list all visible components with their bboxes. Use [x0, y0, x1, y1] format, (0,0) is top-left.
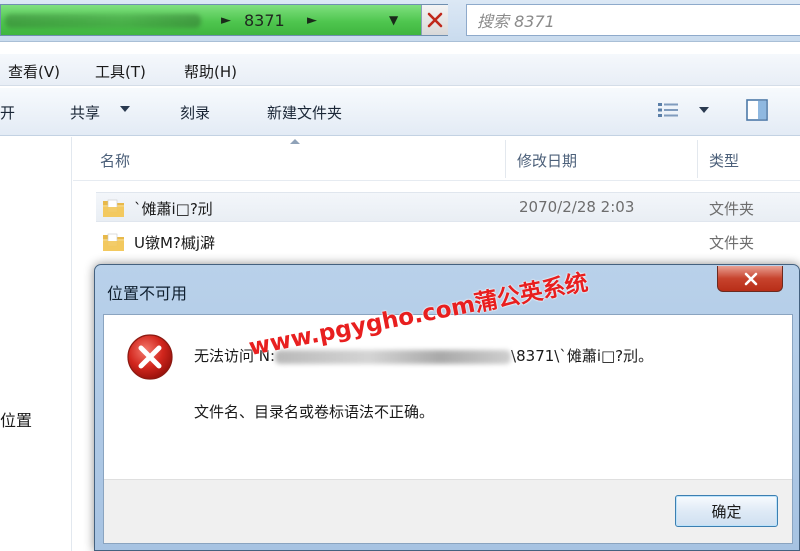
address-path-redacted [5, 14, 201, 28]
dialog-close-button[interactable] [717, 266, 783, 292]
close-icon [744, 272, 758, 286]
search-input[interactable] [477, 10, 777, 32]
nav-item-label[interactable]: 位置 [0, 407, 32, 431]
open-button[interactable]: 打开 [0, 102, 15, 123]
breadcrumb-separator-icon[interactable]: ► [221, 13, 231, 28]
navigation-pane[interactable]: 位置 [0, 137, 72, 551]
menu-tools[interactable]: 工具(T) [95, 61, 146, 82]
view-options-dropdown-icon[interactable] [699, 107, 709, 113]
column-header-type[interactable]: 类型 [709, 150, 739, 171]
close-icon [427, 12, 443, 28]
search-box[interactable] [466, 4, 800, 36]
command-bar: 打开 共享 刻录 新建文件夹 [0, 88, 800, 136]
file-name: `傩蕭i□?刓 [134, 200, 213, 218]
folder-icon [103, 233, 124, 251]
menu-help[interactable]: 帮助(H) [184, 61, 237, 82]
file-name: U镦M?槭j澼 [134, 234, 216, 252]
address-history-dropdown-icon[interactable]: ▼ [389, 13, 398, 27]
dialog-title: 位置不可用 [107, 284, 188, 303]
column-divider[interactable] [697, 140, 698, 178]
error-message-suffix: \8371\`傩蕭i□?刓。 [511, 347, 654, 365]
file-type: 文件夹 [709, 200, 755, 218]
dialog-body: 无法访问 N: \8371\`傩蕭i□?刓。 文件名、目录名或卷标语法不正确。 确… [103, 314, 793, 544]
breadcrumb-separator-icon[interactable]: ► [307, 13, 317, 28]
address-bar[interactable]: ► 8371 ► ▼ [0, 4, 448, 36]
address-clear-button[interactable] [421, 5, 448, 35]
column-header-name[interactable]: 名称 [100, 150, 130, 171]
column-header-row [73, 137, 800, 181]
file-date-modified: 2070/2/28 2:03 [519, 198, 635, 216]
column-divider[interactable] [505, 140, 506, 178]
menu-bar: 查看(V) 工具(T) 帮助(H) [0, 54, 800, 86]
address-row: ► 8371 ► ▼ [0, 0, 800, 42]
sort-ascending-icon [290, 139, 300, 144]
change-view-icon[interactable] [657, 101, 679, 119]
file-type: 文件夹 [709, 234, 755, 252]
folder-icon [103, 199, 124, 217]
error-icon [127, 334, 173, 380]
redacted-path [275, 349, 512, 364]
file-row[interactable]: `傩蕭i□?刓 2070/2/28 2:03 文件夹 [96, 192, 800, 222]
dialog-footer: 确定 [104, 479, 792, 543]
column-header-date-modified[interactable]: 修改日期 [517, 150, 577, 171]
share-button[interactable]: 共享 [70, 102, 100, 123]
ok-button[interactable]: 确定 [675, 495, 778, 527]
file-row[interactable]: U镦M?槭j澼 文件夹 [96, 227, 800, 257]
preview-pane-icon[interactable] [745, 98, 769, 122]
new-folder-button[interactable]: 新建文件夹 [267, 102, 342, 123]
share-dropdown-icon[interactable] [120, 106, 130, 112]
burn-button[interactable]: 刻录 [180, 102, 210, 123]
breadcrumb-current-folder[interactable]: 8371 [244, 11, 285, 30]
menu-view[interactable]: 查看(V) [8, 61, 60, 82]
error-detail: 文件名、目录名或卷标语法不正确。 [194, 403, 435, 421]
